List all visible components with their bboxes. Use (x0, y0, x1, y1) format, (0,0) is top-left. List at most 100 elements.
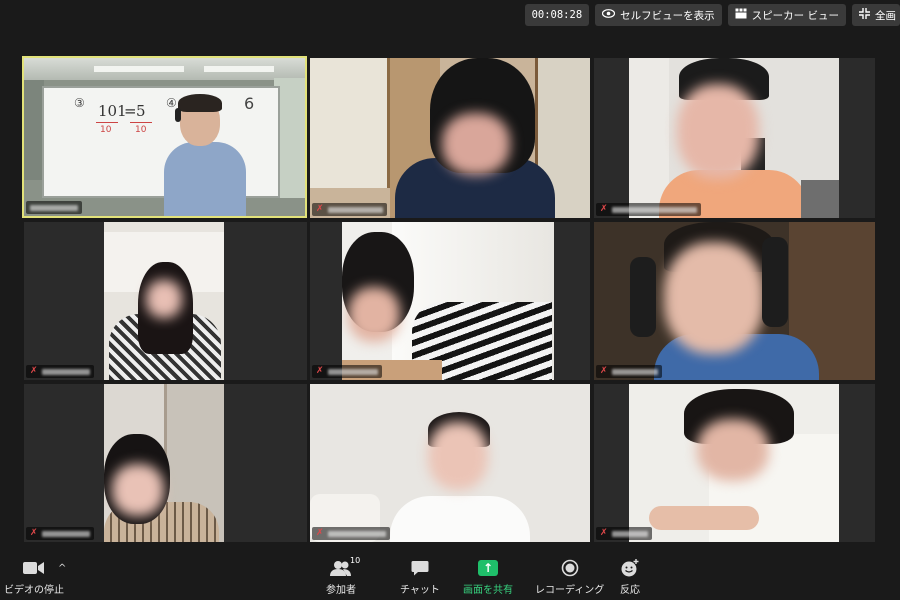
video-options-button[interactable]: ^ (58, 563, 66, 574)
video-tile-student-3[interactable]: ✗ (594, 58, 875, 218)
name-tag: ✗ (596, 365, 662, 378)
body (390, 496, 530, 542)
office-background (24, 80, 44, 180)
video-feed: ③ 101 = 5 10 10 ④ 6 (24, 58, 305, 216)
video-feed (310, 58, 590, 218)
wb-fraction1: 10 (100, 125, 112, 135)
reactions-button[interactable]: 反応 (620, 557, 640, 596)
show-self-view-button[interactable]: セルフビューを表示 (595, 4, 722, 26)
mic-muted-icon: ✗ (316, 528, 324, 538)
wb-equals: = (124, 102, 137, 120)
name-tag: ✗ (596, 203, 701, 216)
share-label: 画面を共有 (463, 585, 513, 596)
name-tag: ✗ (26, 527, 94, 540)
video-tile-student-4[interactable]: ✗ (24, 222, 307, 380)
mic-muted-icon: ✗ (30, 366, 38, 376)
headset (630, 257, 656, 337)
name-blurred (327, 530, 386, 537)
video-tile-student-9[interactable]: ✗ (594, 384, 875, 542)
name-blurred (327, 206, 383, 213)
ceiling-light (94, 66, 184, 72)
wb-fraction-bar (130, 122, 152, 123)
name-tag: ✗ (596, 527, 652, 540)
meeting-toolbar: ビデオの停止 ^ 10 参加者 チャット ↑ 画面を共有 レコーディング 反応 (0, 550, 900, 600)
video-feed (104, 384, 224, 542)
record-button[interactable]: レコーディング (535, 557, 604, 596)
teacher-body (164, 142, 246, 216)
fullscreen-label: 全画 (875, 9, 896, 22)
stop-video-label: ビデオの停止 (4, 585, 64, 596)
stop-video-button[interactable]: ビデオの停止 (4, 557, 64, 596)
face-blurred (146, 280, 182, 318)
mic-muted-icon: ✗ (600, 366, 608, 376)
speaker-view-icon (735, 8, 747, 22)
face-blurred (112, 464, 164, 516)
video-feed (629, 384, 839, 542)
ceiling-light (204, 66, 274, 72)
participants-button[interactable]: 10 参加者 (326, 556, 360, 596)
video-tile-student-2[interactable]: ✗ (310, 58, 590, 218)
name-tag: ✗ (312, 527, 390, 540)
name-blurred (41, 368, 90, 375)
mic-muted-icon: ✗ (600, 204, 608, 214)
chat-label: チャット (400, 585, 440, 596)
chat-icon (411, 557, 429, 579)
name-tag: ✗ (26, 365, 94, 378)
teacher-hair (178, 94, 222, 112)
name-blurred (611, 530, 648, 537)
sliding-door (310, 58, 390, 188)
headset (762, 237, 788, 327)
participants-count: 10 (350, 556, 361, 565)
wb-eq-left: 101 (98, 102, 127, 120)
name-blurred (611, 206, 697, 213)
wb-fraction-bar (96, 122, 118, 123)
participants-label: 参加者 (326, 585, 356, 596)
share-icon: ↑ (478, 557, 498, 579)
mic-muted-icon: ✗ (316, 366, 324, 376)
react-icon (620, 557, 640, 579)
zoom-meeting-window: 00:08:28 セルフビューを表示 スピーカー ビュー 全画 ③ 101 = … (0, 0, 900, 600)
share-screen-button[interactable]: ↑ 画面を共有 (463, 557, 513, 596)
name-tag: ✗ (312, 365, 382, 378)
eye-icon (602, 9, 616, 21)
video-feed (310, 384, 590, 542)
face-blurred (442, 113, 510, 175)
video-feed (594, 222, 875, 380)
arm (649, 506, 759, 530)
wb-digit: 6 (244, 94, 255, 113)
name-blurred (30, 204, 78, 211)
react-label: 反応 (620, 585, 640, 596)
face-blurred (348, 287, 400, 342)
chevron-up-icon: ^ (58, 563, 67, 574)
wb-eq-right: 5 (136, 102, 146, 120)
record-icon (561, 557, 579, 579)
face-blurred (697, 419, 769, 481)
name-blurred (41, 530, 90, 537)
speaker-view-label: スピーカー ビュー (751, 9, 839, 22)
video-tile-student-6[interactable]: ✗ (594, 222, 875, 380)
video-feed (104, 222, 224, 380)
headset (175, 108, 181, 122)
chat-button[interactable]: チャット (400, 557, 440, 596)
mic-muted-icon: ✗ (30, 528, 38, 538)
video-tile-teacher[interactable]: ③ 101 = 5 10 10 ④ 6 (22, 56, 307, 218)
meeting-timer: 00:08:28 (524, 4, 590, 26)
record-label: レコーディング (535, 585, 605, 596)
fullscreen-icon (859, 8, 870, 22)
face-blurred (428, 422, 488, 490)
video-tile-student-7[interactable]: ✗ (24, 384, 307, 542)
speaker-view-button[interactable]: スピーカー ビュー (727, 4, 846, 26)
wb-fraction2: 10 (135, 125, 147, 135)
video-tile-student-8[interactable]: ✗ (310, 384, 590, 542)
name-blurred (327, 368, 378, 375)
face-blurred (664, 242, 764, 354)
mic-muted-icon: ✗ (600, 528, 608, 538)
video-tile-student-5[interactable]: ✗ (310, 222, 590, 380)
participants-icon: 10 (330, 556, 360, 579)
fullscreen-button[interactable]: 全画 (852, 4, 900, 26)
mic-muted-icon: ✗ (316, 204, 324, 214)
laptop (801, 180, 839, 218)
video-feed (342, 222, 554, 380)
video-feed (629, 58, 839, 218)
top-bar: 00:08:28 セルフビューを表示 スピーカー ビュー 全画 (524, 4, 900, 26)
